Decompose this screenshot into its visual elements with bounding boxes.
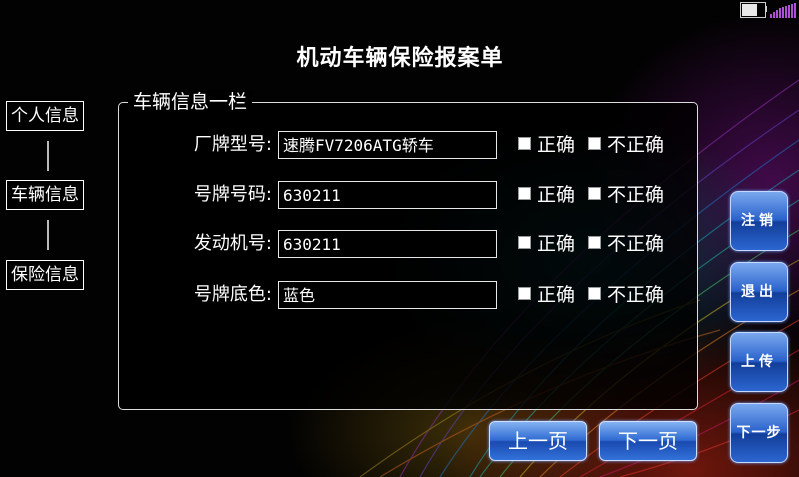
brand-model-incorrect-checkbox[interactable]: 不正确: [588, 131, 664, 159]
checkbox-icon: [588, 236, 601, 249]
screen: 机动车辆保险报案单 个人信息 车辆信息 保险信息 车辆信息一栏 厂牌型号: 速腾…: [0, 0, 799, 477]
signal-icon: [770, 2, 798, 18]
engine-number-correct-checkbox[interactable]: 正确: [518, 230, 575, 258]
plate-color-correct-checkbox[interactable]: 正确: [518, 281, 575, 309]
correct-label: 正确: [537, 184, 576, 206]
plate-number-field[interactable]: 630211: [278, 181, 497, 209]
plate-number-label: 号牌号码:: [193, 184, 272, 205]
incorrect-label: 不正确: [607, 134, 665, 156]
plate-color-label: 号牌底色:: [193, 284, 272, 305]
engine-number-field[interactable]: 630211: [278, 230, 497, 258]
step-insurance-info[interactable]: 保险信息: [6, 260, 84, 290]
battery-level: [742, 4, 757, 16]
battery-tip: [765, 6, 767, 12]
step-connector: [47, 220, 49, 250]
checkbox-icon: [518, 137, 531, 150]
step-personal-info[interactable]: 个人信息: [6, 101, 84, 131]
upload-button[interactable]: 上传: [730, 332, 788, 392]
checkbox-icon: [588, 187, 601, 200]
page-title: 机动车辆保险报案单: [296, 45, 504, 71]
step-connector: [47, 141, 49, 171]
logout-button[interactable]: 注销: [730, 191, 788, 251]
brand-model-label: 厂牌型号:: [193, 134, 272, 155]
engine-number-label: 发动机号:: [193, 233, 272, 254]
correct-label: 正确: [537, 284, 576, 306]
next-step-button[interactable]: 下一步: [730, 403, 788, 463]
checkbox-icon: [518, 187, 531, 200]
next-page-button[interactable]: 下一页: [599, 421, 697, 461]
correct-label: 正确: [537, 134, 576, 156]
engine-number-incorrect-checkbox[interactable]: 不正确: [588, 230, 664, 258]
checkbox-icon: [518, 287, 531, 300]
brand-model-correct-checkbox[interactable]: 正确: [518, 131, 575, 159]
plate-color-field[interactable]: 蓝色: [278, 281, 497, 309]
correct-label: 正确: [537, 233, 576, 255]
plate-number-incorrect-checkbox[interactable]: 不正确: [588, 181, 664, 209]
exit-button[interactable]: 退出: [730, 262, 788, 322]
battery-icon: [740, 2, 766, 18]
step-vehicle-info[interactable]: 车辆信息: [6, 180, 84, 210]
plate-color-incorrect-checkbox[interactable]: 不正确: [588, 281, 664, 309]
incorrect-label: 不正确: [607, 284, 665, 306]
panel-legend: 车辆信息一栏: [128, 90, 253, 114]
incorrect-label: 不正确: [607, 233, 665, 255]
incorrect-label: 不正确: [607, 184, 665, 206]
prev-page-button[interactable]: 上一页: [489, 421, 587, 461]
plate-number-correct-checkbox[interactable]: 正确: [518, 181, 575, 209]
checkbox-icon: [518, 236, 531, 249]
checkbox-icon: [588, 287, 601, 300]
brand-model-field[interactable]: 速腾FV7206ATG轿车: [278, 131, 497, 159]
checkbox-icon: [588, 137, 601, 150]
